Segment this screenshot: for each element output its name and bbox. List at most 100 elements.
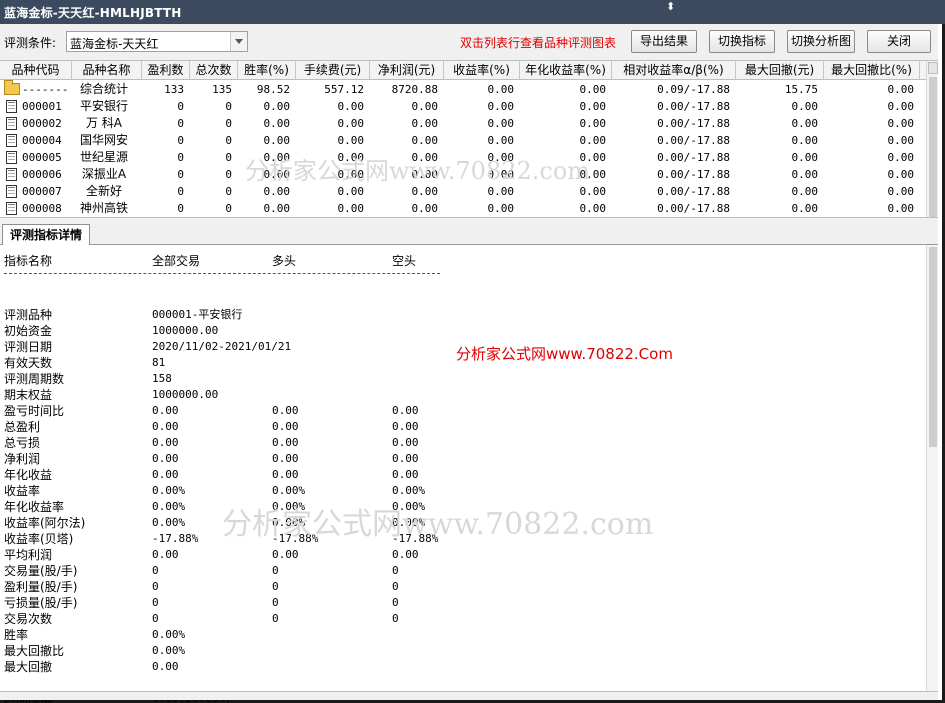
metric-label: 期末权益	[4, 388, 53, 402]
metric-label: 初始资金	[4, 324, 53, 338]
col-wins-cell: 0	[177, 185, 184, 198]
col-annual-return-cell: 0.00	[579, 100, 607, 113]
scrollbar-thumb[interactable]	[929, 77, 937, 217]
table-row[interactable]: 000008 神州高铁 0 0 0.00 0.00 0.00 0.00 0.00 0.00/-17…	[0, 200, 926, 217]
window-title: 蓝海金标-天天红-HMLHJBTTH	[4, 6, 182, 20]
col-max-drawdown-cell: 0.00	[791, 100, 819, 113]
condition-label: 评测条件:	[4, 36, 57, 50]
col-return-cell: 0.00	[487, 185, 515, 198]
metric-label: 评测周期数	[4, 372, 65, 386]
col-max-drawdown-cell: 0.00	[791, 168, 819, 181]
metric-all-value: 0	[152, 564, 159, 577]
chevron-down-icon[interactable]	[230, 32, 247, 51]
metric-all-value: 0.00%	[152, 484, 186, 497]
switch-indicator-button[interactable]: 切换指标	[709, 30, 775, 53]
metric-all-value: 0.00	[152, 420, 179, 433]
metric-label: 收益率	[4, 484, 41, 498]
table-scrollbar[interactable]	[926, 61, 938, 218]
col-winrate-cell: 0.00	[263, 117, 291, 130]
header-indicator-name: 指标名称	[4, 254, 53, 268]
col-fee-cell: 0.00	[337, 151, 365, 164]
col-net-profit-cell: 0.00	[411, 117, 439, 130]
col-max-drawdown-ratio-cell: 0.00	[887, 168, 915, 181]
header-col-return[interactable]: 收益率(%)	[444, 61, 520, 80]
tab-indicator-details[interactable]: 评测指标详情	[2, 224, 90, 246]
col-max-drawdown-cell: 0.00	[791, 185, 819, 198]
col-total-cell: 0	[225, 100, 232, 113]
close-button[interactable]: 关闭	[867, 30, 931, 53]
col-relative-return-cell: 0.09/-17.88	[657, 83, 730, 96]
header-col-relative-return[interactable]: 相对收益率α/β(%)	[612, 61, 736, 80]
horizontal-scrollbar[interactable]	[0, 691, 938, 700]
col-return-cell: 0.00	[487, 168, 515, 181]
col-return-cell: 0.00	[487, 100, 515, 113]
header-long: 多头	[272, 254, 297, 268]
metric-label: 亏损量(股/手)	[4, 596, 78, 610]
col-relative-return-cell: 0.00/-17.88	[657, 202, 730, 215]
scroll-up-arrow-icon[interactable]	[928, 62, 938, 74]
col-max-drawdown-cell: 15.75	[784, 83, 818, 96]
metric-all-value: 000001-平安银行	[152, 308, 243, 321]
col-wins-cell: 0	[177, 100, 184, 113]
main-window: 评测条件: 蓝海金标-天天红 双击列表行查看品种评测图表 导出结果 切换指标 切…	[0, 24, 945, 703]
metric-all-value: 0.00	[152, 404, 179, 417]
metric-all-value: 0.00%	[152, 500, 186, 513]
header-col-max-drawdown-ratio[interactable]: 最大回撤比(%)	[824, 61, 920, 80]
switch-chart-button[interactable]: 切换分析图	[787, 30, 855, 53]
metric-short-value: 0.00%	[392, 516, 426, 529]
header-col-max-drawdown[interactable]: 最大回撤(元)	[736, 61, 824, 80]
condition-select[interactable]: 蓝海金标-天天红	[66, 31, 248, 52]
metric-long-value: 0.00%	[272, 484, 306, 497]
details-scrollbar-thumb[interactable]	[929, 247, 937, 447]
col-fee-cell: 0.00	[337, 134, 365, 147]
table-row[interactable]: 000006 深振业A 0 0 0.00 0.00 0.00 0.00 0.00 0.00/-17…	[0, 166, 926, 183]
col-winrate-cell: 0.00	[263, 202, 291, 215]
header-col-wins[interactable]: 盈利数	[142, 61, 190, 80]
header-col-annual-return[interactable]: 年化收益率(%)	[520, 61, 612, 80]
table-row[interactable]: 000004 国华网安 0 0 0.00 0.00 0.00 0.00 0.00 0.00/-17…	[0, 132, 926, 149]
metric-label: 盈亏时间比	[4, 404, 65, 418]
col-wins-cell: 0	[177, 117, 184, 130]
metric-label: 交易次数	[4, 612, 53, 626]
metric-long-value: 0.00	[272, 436, 299, 449]
col-winrate-cell: 0.00	[263, 168, 291, 181]
metric-short-value: 0.00%	[392, 484, 426, 497]
metric-all-value: 0.00	[152, 452, 179, 465]
col-wins-cell: 0	[177, 202, 184, 215]
details-tabbar: 评测指标详情	[0, 217, 938, 246]
summary-row[interactable]: ------- 综合统计 133 135 98.52 557.12 8720.88 0.00 0…	[0, 80, 926, 98]
col-net-profit-cell: 0.00	[411, 134, 439, 147]
metric-all-value: 0.00%	[152, 644, 186, 657]
metric-short-value: 0	[392, 580, 399, 593]
table-row[interactable]: 000001 平安银行 0 0 0.00 0.00 0.00 0.00 0.00 0.00/-17…	[0, 98, 926, 115]
col-relative-return-cell: 0.00/-17.88	[657, 151, 730, 164]
header-col-fee[interactable]: 手续费(元)	[296, 61, 370, 80]
metric-short-value: 0.00	[392, 468, 419, 481]
metric-short-value: 0.00	[392, 452, 419, 465]
details-scrollbar[interactable]	[926, 245, 938, 691]
details-panel: 指标名称 全部交易 多头 空头 评测品种 000001-平安银行 初始资金 10000…	[0, 245, 938, 703]
table-row[interactable]: 000005 世纪星源 0 0 0.00 0.00 0.00 0.00 0.00 0.00/-17…	[0, 149, 926, 166]
title-bar: 蓝海金标-天天红-HMLHJBTTH ⬍	[0, 0, 945, 24]
metric-short-value: 0.00	[392, 404, 419, 417]
metric-short-value: -17.88%	[392, 532, 439, 545]
header-col-winrate[interactable]: 胜率(%)	[238, 61, 296, 80]
export-button[interactable]: 导出结果	[631, 30, 697, 53]
col-return-cell: 0.00	[487, 134, 515, 147]
header-col-name[interactable]: 品种名称	[72, 61, 142, 80]
col-wins-cell: 133	[164, 83, 184, 96]
col-relative-return-cell: 0.00/-17.88	[657, 100, 730, 113]
header-col-total[interactable]: 总次数	[190, 61, 238, 80]
col-fee-cell: 0.00	[337, 117, 365, 130]
col-max-drawdown-ratio-cell: 0.00	[887, 151, 915, 164]
col-max-drawdown-cell: 0.00	[791, 134, 819, 147]
header-col-net-profit[interactable]: 净利润(元)	[370, 61, 444, 80]
metric-label: 有效天数	[4, 356, 53, 370]
col-wins-cell: 0	[177, 151, 184, 164]
col-annual-return-cell: 0.00	[579, 168, 607, 181]
col-return-cell: 0.00	[487, 202, 515, 215]
table-row[interactable]: 000002 万 科A 0 0 0.00 0.00 0.00 0.00 0.00 0.00/-17…	[0, 115, 926, 132]
table-row[interactable]: 000007 全新好 0 0 0.00 0.00 0.00 0.00 0.00 0.00/-17.…	[0, 183, 926, 200]
header-col-code[interactable]: 品种代码	[0, 61, 72, 80]
col-winrate-cell: 0.00	[263, 134, 291, 147]
